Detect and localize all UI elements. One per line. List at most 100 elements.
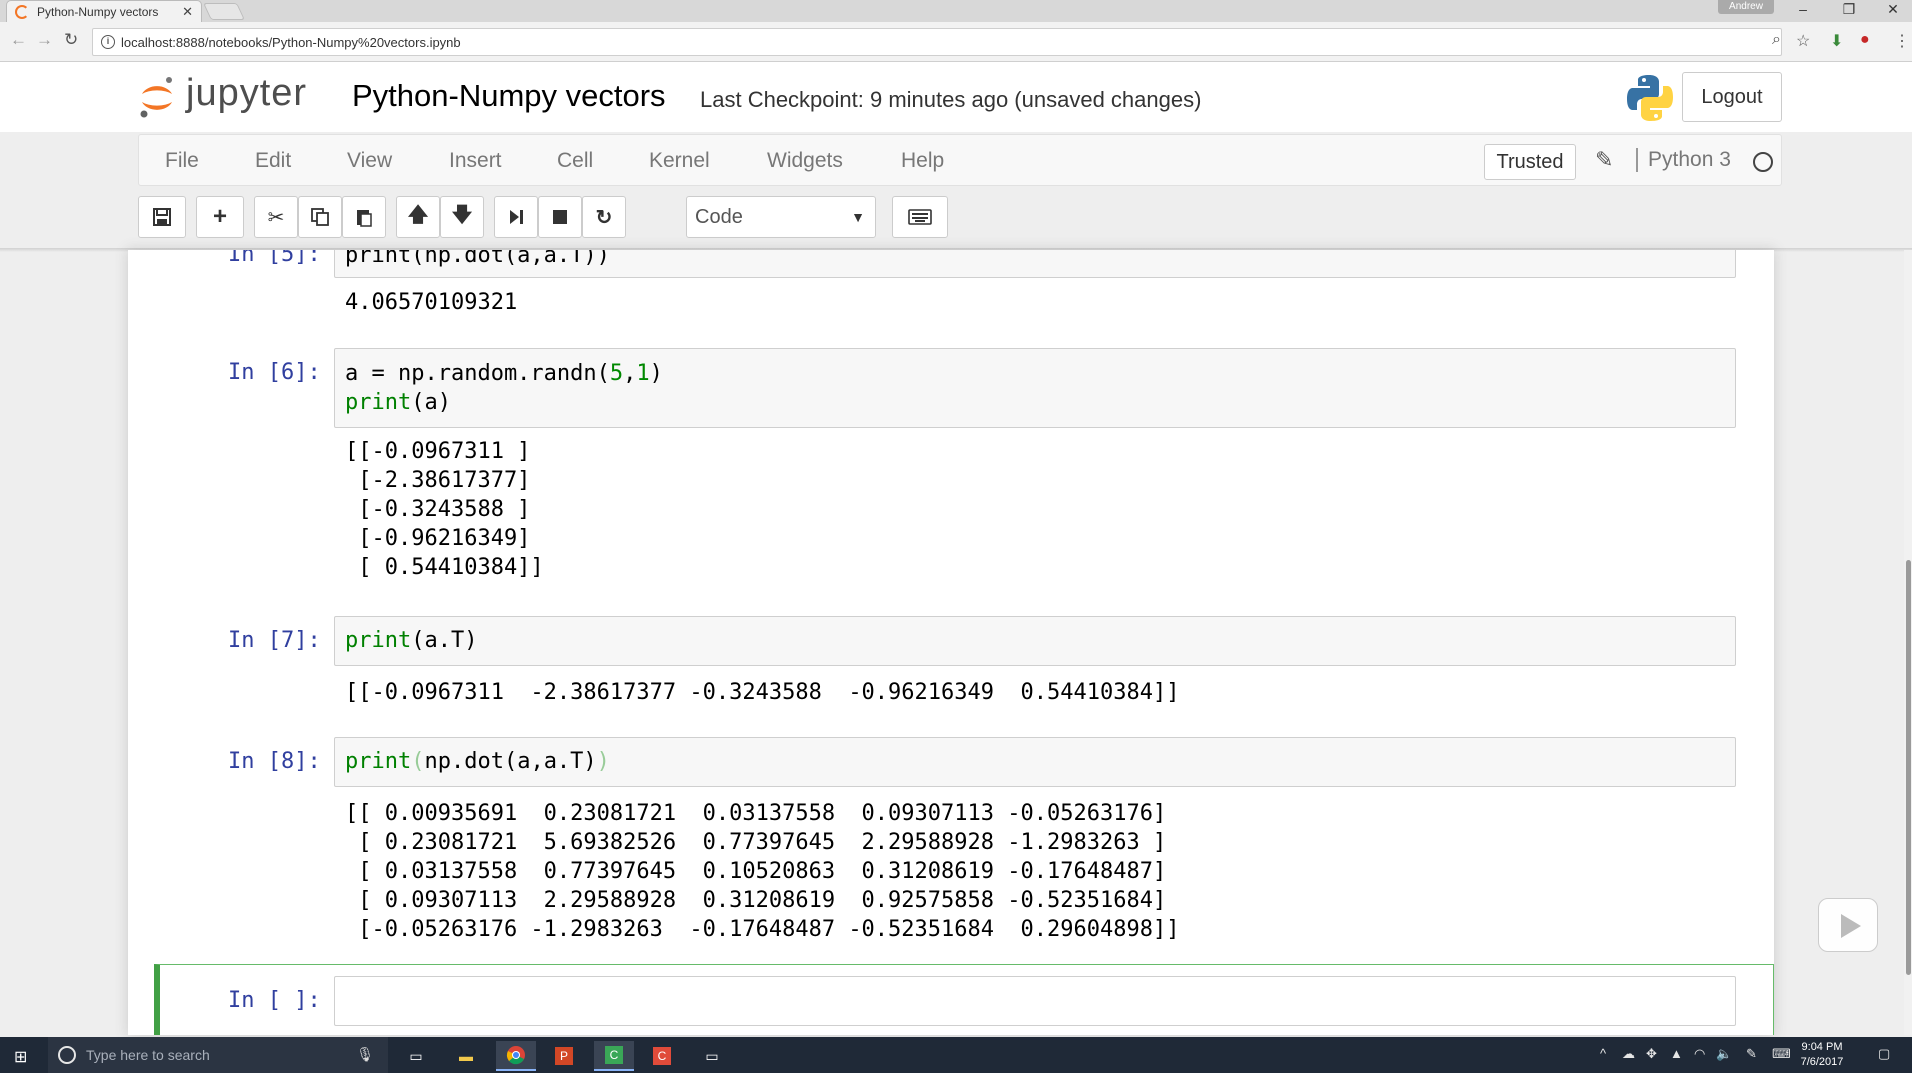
dropbox-icon[interactable]: ✥ (1646, 1046, 1657, 1062)
adblock-icon[interactable]: ● (1860, 31, 1870, 49)
keyboard-icon (908, 209, 932, 225)
browser-user-badge[interactable]: Andrew (1718, 0, 1774, 14)
kernel-idle-indicator-icon (1753, 152, 1773, 172)
browser-tab-title: Python-Numpy vectors (37, 4, 159, 19)
site-info-icon[interactable]: i (101, 35, 115, 49)
wifi-icon[interactable]: ◠ (1694, 1046, 1705, 1062)
window-app-icon[interactable]: ▭ (692, 1041, 732, 1071)
chrome-icon[interactable] (496, 1041, 536, 1071)
zoom-icon[interactable]: ⌕ (1772, 31, 1781, 49)
scissors-icon: ✂ (267, 206, 285, 229)
tab-close-icon[interactable]: ✕ (182, 4, 193, 20)
paste-cell-button[interactable] (342, 196, 386, 238)
forward-arrow-icon[interactable]: → (36, 30, 53, 50)
onedrive-icon[interactable]: ☁ (1622, 1046, 1635, 1062)
cell-output: [[-0.0967311 -2.38617377 -0.3243588 -0.9… (345, 680, 1180, 705)
play-icon (1841, 914, 1861, 938)
tray-chevron-up-icon[interactable]: ^ (1600, 1046, 1606, 1061)
bookmark-star-icon[interactable]: ☆ (1796, 31, 1810, 51)
jupyter-logo-text[interactable]: jupyter (186, 72, 307, 115)
screen: { "browser": { "tab_title": "Python-Nump… (0, 0, 1912, 1073)
browser-menu-icon[interactable]: ⋮ (1894, 31, 1910, 51)
logout-button[interactable]: Logout (1682, 72, 1782, 122)
page-scrollbar-thumb[interactable] (1906, 560, 1911, 975)
command-palette-button[interactable] (892, 196, 948, 238)
cell-code[interactable]: a = np.random.randn(5,1) print(a) (345, 359, 663, 417)
chrome-logo-icon (506, 1046, 525, 1065)
clock-time: 9:04 PM (1801, 1041, 1843, 1053)
trusted-indicator-button[interactable]: Trusted (1484, 144, 1576, 180)
refresh-icon: ↻ (595, 206, 613, 229)
step-forward-icon (510, 210, 523, 224)
clock-date: 7/6/2017 (1800, 1056, 1844, 1068)
run-cell-button[interactable] (494, 196, 538, 238)
minimize-window-button[interactable]: – (1784, 0, 1822, 20)
jupyter-header: jupyter Python-Numpy vectors Last Checkp… (0, 62, 1912, 132)
windows-taskbar: ⊞ Type here to search 🎙 ▭ ▬ P C C ▭ ^ ☁ … (0, 1037, 1912, 1073)
copy-icon (311, 208, 329, 226)
menu-cell[interactable]: Cell (557, 149, 593, 173)
new-tab-button[interactable] (203, 3, 245, 20)
move-cell-down-button[interactable]: 🡇 (440, 196, 484, 238)
arrow-down-icon: 🡇 (451, 204, 473, 226)
checkpoint-status: Last Checkpoint: 9 minutes ago (unsaved … (700, 87, 1202, 112)
camtasia-icon[interactable]: C (594, 1041, 634, 1071)
menu-insert[interactable]: Insert (449, 149, 502, 173)
cell-code[interactable]: print(np.dot(a,a.T)) (345, 747, 610, 776)
paste-icon (357, 210, 372, 227)
cell-type-select[interactable]: Code ▼ (686, 196, 876, 238)
video-play-overlay[interactable] (1818, 898, 1878, 952)
save-button[interactable] (138, 196, 186, 238)
menu-widgets[interactable]: Widgets (767, 149, 843, 173)
microphone-icon[interactable]: 🎙 (356, 1046, 374, 1063)
cortana-icon (58, 1046, 76, 1064)
cell-output: 4.06570109321 (345, 290, 518, 315)
jupyter-logo-icon[interactable] (136, 74, 178, 120)
copy-cell-button[interactable] (298, 196, 342, 238)
notebook-name[interactable]: Python-Numpy vectors (352, 78, 666, 114)
cell-code[interactable]: print(np.dot(a,a.T)) (345, 250, 610, 270)
back-arrow-icon[interactable]: ← (10, 30, 27, 50)
menu-edit[interactable]: Edit (255, 149, 291, 173)
windows-start-icon[interactable]: ⊞ (14, 1047, 27, 1067)
menu-help[interactable]: Help (901, 149, 944, 173)
cell-output: [[ 0.00935691 0.23081721 0.03137558 0.09… (345, 801, 1180, 942)
restart-kernel-button[interactable]: ↻ (582, 196, 626, 238)
restore-window-button[interactable]: ❐ (1830, 0, 1868, 20)
taskbar-clock[interactable]: 9:04 PM 7/6/2017 (1790, 1040, 1854, 1070)
interrupt-kernel-button[interactable] (538, 196, 582, 238)
notebook-container: In [5]: print(np.dot(a,a.T)) 4.065701093… (128, 250, 1774, 1035)
task-view-icon[interactable]: ▭ (396, 1041, 436, 1071)
volume-icon[interactable]: 🔈 (1716, 1046, 1732, 1062)
keyboard-tray-icon[interactable]: ⌨ (1772, 1046, 1791, 1062)
cell-type-value: Code (695, 205, 743, 228)
menu-kernel[interactable]: Kernel (649, 149, 710, 173)
menu-view[interactable]: View (347, 149, 392, 173)
edit-mode-pencil-icon: ✎ (1595, 147, 1614, 172)
file-explorer-icon[interactable]: ▬ (446, 1041, 486, 1071)
insert-cell-button[interactable]: + (196, 196, 244, 238)
browser-tab-strip: Python-Numpy vectors ✕ Andrew – ❐ ✕ (0, 0, 1912, 22)
kernel-name[interactable]: Python 3 (1636, 148, 1731, 172)
powerpoint-icon[interactable]: P (544, 1041, 584, 1071)
notifications-icon[interactable]: ▢ (1878, 1046, 1890, 1062)
taskbar-search-placeholder: Type here to search (86, 1047, 210, 1063)
empty-cell-input[interactable] (334, 976, 1736, 1026)
reload-icon[interactable]: ↻ (64, 30, 78, 50)
browser-tab[interactable]: Python-Numpy vectors ✕ (6, 0, 202, 22)
jupyter-favicon-icon (15, 4, 29, 19)
close-window-button[interactable]: ✕ (1874, 0, 1912, 20)
extension-icon[interactable]: ⬇ (1830, 31, 1843, 51)
taskbar-search-input[interactable]: Type here to search 🎙 (48, 1037, 388, 1073)
move-cell-up-button[interactable]: 🡅 (396, 196, 440, 238)
stop-icon (553, 210, 567, 224)
menu-file[interactable]: File (165, 149, 199, 173)
url-input[interactable]: i localhost:8888/notebooks/Python-Numpy%… (92, 28, 1782, 56)
pen-icon[interactable]: ✎ (1746, 1046, 1757, 1062)
cell-code[interactable]: print(a.T) (345, 626, 477, 655)
camtasia-recorder-icon[interactable]: C (642, 1041, 682, 1071)
cut-cell-button[interactable]: ✂ (254, 196, 298, 238)
drive-icon[interactable]: ▲ (1670, 1046, 1683, 1061)
cell-input-area[interactable] (334, 616, 1736, 666)
chevron-down-icon: ▼ (851, 209, 865, 225)
